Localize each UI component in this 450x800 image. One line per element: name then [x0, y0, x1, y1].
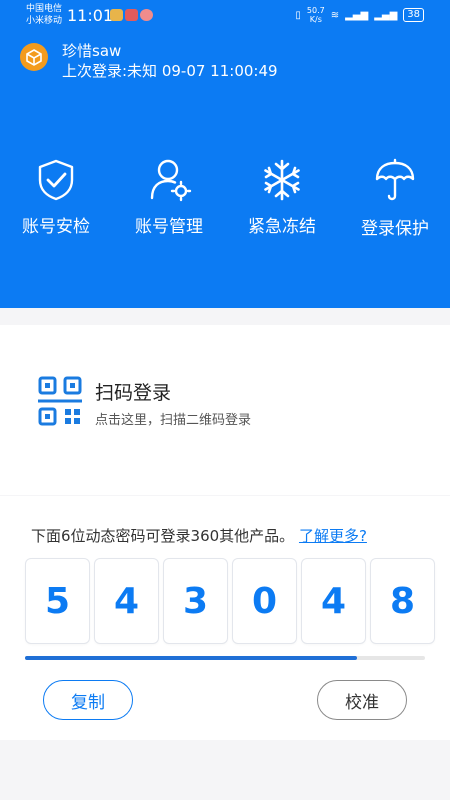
net-speed-value: 50.7	[306, 6, 325, 15]
user-gear-icon	[150, 159, 192, 202]
otp-digit: 8	[370, 558, 435, 644]
snowflake-icon	[264, 159, 300, 201]
emergency-freeze-button[interactable]: 紧急冻结	[226, 158, 338, 237]
otp-timer-progress-fill	[25, 656, 357, 660]
otp-digits: 5 4 3 0 4 8	[25, 558, 435, 644]
header: 中国电信 小米移动 11:01 ▯ 50.7 K/s ≋ ▂▄▆ ▂▄▆ 38	[0, 0, 450, 308]
signal-icon: ▂▄▆	[345, 9, 369, 21]
calibrate-button[interactable]: 校准	[317, 680, 407, 720]
battery-icon: 38	[403, 8, 424, 22]
wifi-icon: ≋	[330, 9, 340, 21]
scan-login-title: 扫码登录	[95, 382, 172, 404]
vibrate-icon: ▯	[295, 9, 301, 21]
username: 珍惜saw	[62, 42, 122, 60]
carrier-line-1: 中国电信	[26, 4, 63, 14]
carrier-line-2: 小米移动	[26, 16, 63, 26]
action-label: 紧急冻结	[248, 217, 316, 237]
otp-digit: 4	[301, 558, 366, 644]
otp-digit: 0	[232, 558, 297, 644]
avatar	[20, 43, 48, 71]
copy-button[interactable]: 复制	[43, 680, 133, 720]
qr-code-icon	[38, 376, 82, 426]
otp-description-line: 下面6位动态密码可登录360其他产品。 了解更多?	[31, 525, 367, 546]
status-clock: 11:01	[67, 6, 114, 25]
otp-digit: 3	[163, 558, 228, 644]
dynamic-password-card: 下面6位动态密码可登录360其他产品。 了解更多? 5 4 3 0 4 8 复制…	[0, 496, 450, 740]
message-notification-icon	[140, 9, 153, 21]
otp-description: 下面6位动态密码可登录360其他产品。	[31, 527, 295, 545]
cube-logo-icon	[26, 49, 42, 66]
account-management-button[interactable]: 账号管理	[113, 158, 225, 237]
status-right: ▯ 50.7 K/s ≋ ▂▄▆ ▂▄▆ 38	[295, 6, 424, 24]
login-protection-button[interactable]: 登录保护	[339, 158, 450, 239]
net-speed-unit: K/s	[309, 15, 322, 24]
action-label: 账号安检	[22, 217, 90, 237]
net-speed: 50.7 K/s	[307, 6, 325, 24]
scan-login-subtitle: 点击这里，扫描二维码登录	[95, 413, 252, 428]
shield-check-icon	[38, 159, 74, 201]
signal-icon-2: ▂▄▆	[374, 9, 398, 21]
learn-more-link[interactable]: 了解更多?	[299, 527, 367, 545]
app-notification-icon	[125, 9, 138, 21]
action-label: 账号管理	[135, 217, 203, 237]
otp-timer-progress	[25, 656, 425, 660]
quick-actions: 账号安检 账号管理 紧急冻结 登录保护	[0, 158, 450, 258]
carrier-info: 中国电信 小米移动	[26, 3, 62, 27]
umbrella-icon	[375, 158, 415, 201]
status-bar: 中国电信 小米移动 11:01 ▯ 50.7 K/s ≋ ▂▄▆ ▂▄▆ 38	[0, 0, 450, 32]
action-label: 登录保护	[361, 219, 429, 239]
account-security-check-button[interactable]: 账号安检	[0, 158, 112, 237]
app-notification-icon	[110, 9, 123, 21]
last-login: 上次登录:未知 09-07 11:00:49	[62, 62, 278, 80]
otp-digit: 4	[94, 558, 159, 644]
otp-digit: 5	[25, 558, 90, 644]
scan-login-card[interactable]: 扫码登录 点击这里，扫描二维码登录	[0, 325, 450, 495]
notification-icons	[110, 9, 153, 21]
